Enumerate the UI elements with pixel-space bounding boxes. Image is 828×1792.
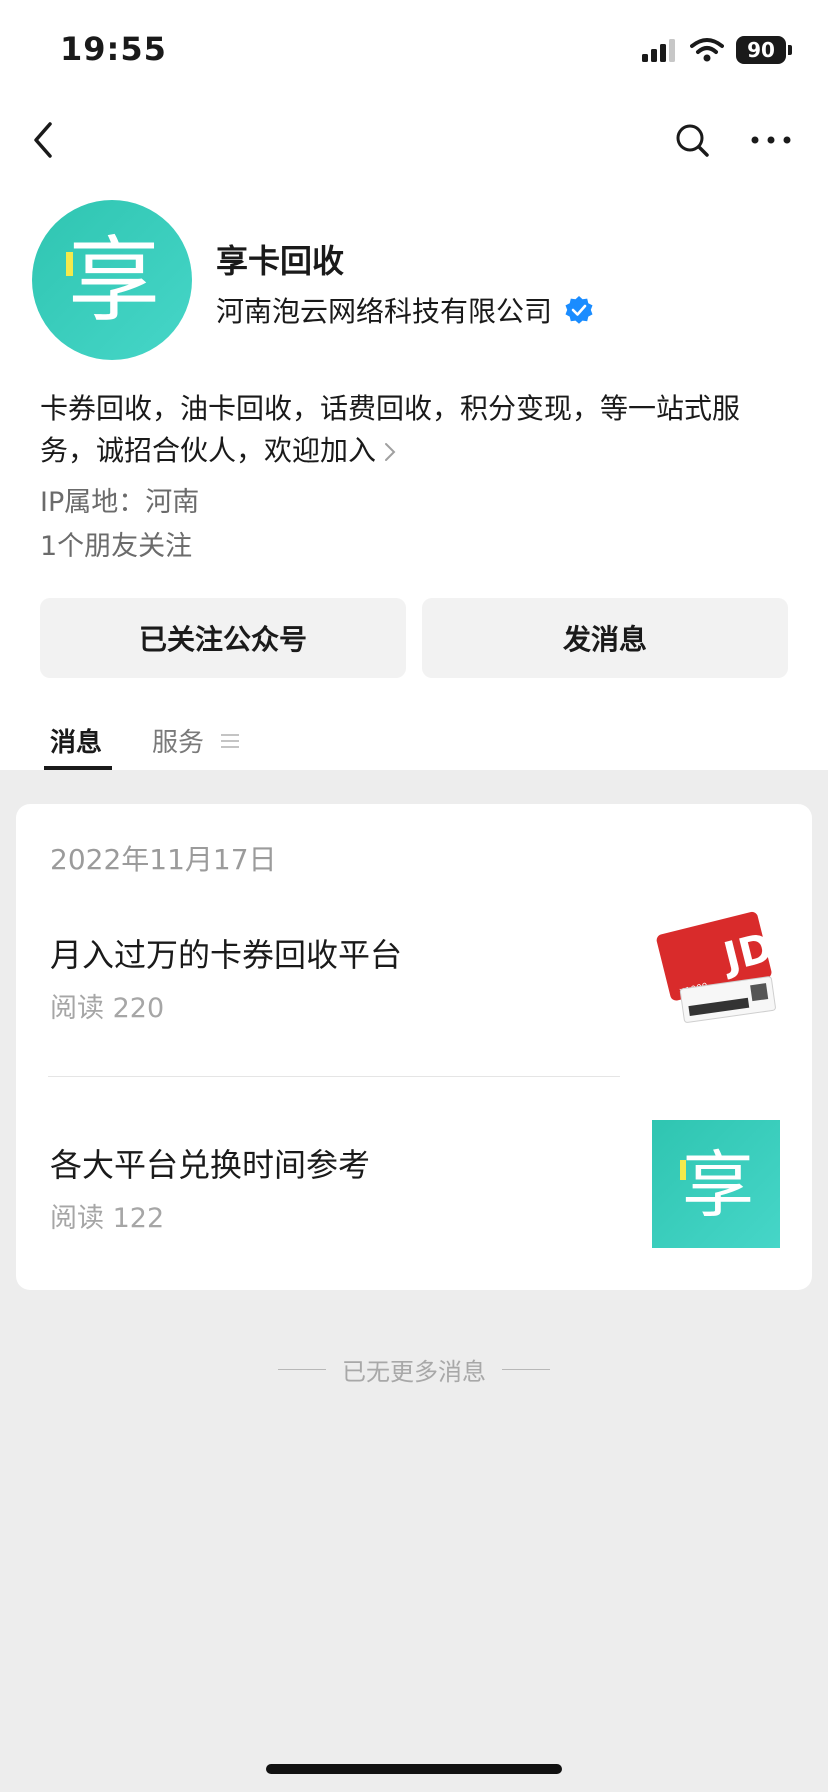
thumbnail-glyph: 享	[682, 1143, 754, 1227]
account-avatar[interactable]: 享	[32, 200, 192, 360]
avatar-glyph: 享	[68, 227, 160, 334]
company-name: 河南泡云网络科技有限公司	[216, 295, 553, 328]
home-indicator[interactable]	[266, 1764, 562, 1774]
cellular-signal-icon	[642, 39, 675, 62]
no-more-messages: 已无更多消息	[0, 1352, 828, 1387]
status-indicators: 90	[642, 32, 792, 68]
tab-messages[interactable]: 消息	[50, 722, 102, 759]
company-row[interactable]: 河南泡云网络科技有限公司	[216, 290, 594, 330]
ip-location: IP属地：河南	[40, 487, 200, 518]
account-description[interactable]: 卡券回收，油卡回收，话费回收，积分变现，等一站式服务，诚招合伙人，欢迎加入	[40, 388, 780, 472]
chevron-right-icon	[385, 443, 396, 461]
active-tab-indicator	[44, 766, 112, 770]
end-divider-right	[502, 1369, 550, 1370]
tab-services[interactable]: 服务	[152, 722, 240, 759]
friends-following[interactable]: 1个朋友关注	[40, 524, 192, 563]
article-title[interactable]: 月入过万的卡券回收平台	[50, 930, 402, 976]
status-time: 19:55	[60, 30, 167, 68]
article-thumbnail-jd-card[interactable]: JD ¥1000	[652, 904, 780, 1034]
avatar-logo: 享	[66, 227, 160, 334]
tab-services-label: 服务	[152, 728, 205, 758]
verified-badge-icon	[565, 296, 593, 324]
article-read-count: 阅读 122	[50, 1203, 165, 1234]
article-thumbnail-logo[interactable]: 享	[652, 1120, 780, 1248]
end-text: 已无更多消息	[342, 1358, 486, 1386]
message-date: 2022年11月17日	[50, 843, 277, 876]
battery-level: 90	[747, 38, 775, 62]
wifi-icon	[690, 38, 724, 62]
search-icon[interactable]	[672, 118, 712, 162]
menu-icon	[221, 733, 240, 748]
article-title[interactable]: 各大平台兑换时间参考	[50, 1140, 370, 1186]
battery-tip	[788, 45, 792, 55]
account-name: 享卡回收	[216, 242, 345, 280]
message-card: 2022年11月17日 月入过万的卡券回收平台 阅读 220 JD ¥1000 …	[16, 804, 812, 1290]
back-icon[interactable]	[26, 118, 66, 162]
end-divider-left	[278, 1369, 326, 1370]
thumbnail-logo: 享	[680, 1143, 754, 1227]
followed-button[interactable]: 已关注公众号	[40, 598, 406, 678]
article-read-count: 阅读 220	[50, 993, 165, 1024]
battery-icon: 90	[736, 36, 786, 64]
article-divider	[48, 1076, 620, 1077]
more-icon[interactable]	[746, 118, 796, 162]
send-message-button[interactable]: 发消息	[422, 598, 788, 678]
